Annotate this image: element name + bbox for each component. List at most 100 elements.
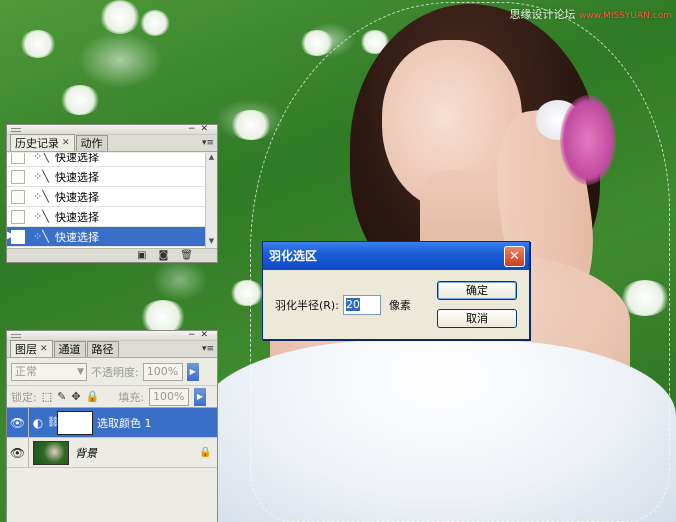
- flower-shape: [140, 300, 186, 334]
- scroll-up-icon[interactable]: ▲: [206, 153, 217, 164]
- feather-radius-row: 羽化半径(R): 20 像素: [275, 295, 411, 315]
- fill-label: 填充:: [118, 390, 144, 404]
- background-layer-thumbnail: [33, 440, 69, 465]
- layers-tabbar: 图层 ✕ 通道 路径 ▾≡: [7, 340, 217, 358]
- ok-button[interactable]: 确定: [437, 281, 517, 300]
- new-document-from-state-icon[interactable]: ▣: [137, 250, 146, 261]
- tab-label: 历史记录: [15, 136, 59, 150]
- chevron-down-icon: ▼: [77, 366, 84, 377]
- layer-name[interactable]: 选取颜色 1: [97, 415, 217, 431]
- flower-shape: [140, 10, 170, 36]
- eye-icon[interactable]: 👁: [7, 438, 29, 467]
- feather-radius-label: 羽化半径(R):: [275, 299, 339, 312]
- minimize-icon[interactable]: −: [188, 330, 201, 340]
- dialog-close-button[interactable]: ✕: [504, 246, 525, 267]
- history-state-slider-icon[interactable]: ▶: [7, 230, 17, 242]
- cancel-button[interactable]: 取消: [437, 309, 517, 328]
- lock-transparency-icon[interactable]: ⬚: [42, 390, 52, 403]
- history-item-selected[interactable]: ▶ ⁘╲ 快速选择: [7, 227, 207, 247]
- history-scrollbar[interactable]: ▲ ▼: [205, 153, 217, 248]
- lock-icon: 🔒: [199, 447, 212, 458]
- scroll-down-icon[interactable]: ▼: [206, 237, 217, 248]
- tab-label: 通道: [58, 343, 81, 356]
- tab-label: 路径: [91, 343, 114, 356]
- tab-history[interactable]: 历史记录 ✕: [10, 134, 75, 151]
- tab-paths[interactable]: 路径: [86, 341, 119, 357]
- snapshot-checkbox[interactable]: [11, 153, 25, 164]
- history-list: ⁘╲ 快速选择 ⁘╲ 快速选择 ⁘╲ 快速选择 ⁘╲ 快速选择 ▶ ⁘╲ 快速选…: [7, 153, 207, 248]
- quick-selection-icon: ⁘╲: [33, 153, 49, 163]
- quick-selection-icon: ⁘╲: [33, 190, 49, 203]
- eye-icon[interactable]: 👁: [7, 408, 29, 437]
- quick-selection-icon: ⁘╲: [33, 170, 49, 183]
- close-icon: ✕: [509, 249, 520, 264]
- close-icon[interactable]: ✕: [200, 330, 213, 340]
- watermark: 思缘设计论坛 www.MISSYUAN.com: [509, 6, 672, 22]
- fill-input[interactable]: 100%: [148, 387, 189, 406]
- opacity-slider-button[interactable]: ▶: [186, 362, 199, 381]
- layer-name[interactable]: 背景: [75, 445, 199, 461]
- panel-menu-icon[interactable]: ▾≡: [202, 344, 214, 354]
- fill-slider-button[interactable]: ▶: [193, 387, 206, 406]
- history-item[interactable]: ⁘╲ 快速选择: [7, 153, 207, 167]
- tab-channels[interactable]: 通道: [53, 341, 86, 357]
- snapshot-checkbox[interactable]: [11, 189, 25, 204]
- grip-icon: [11, 128, 21, 132]
- flower-shape: [100, 0, 140, 34]
- layer-options-row: 正常 ▼ 不透明度: 100% ▶: [7, 358, 217, 386]
- watermark-site: www.MISSYUAN.com: [578, 11, 672, 21]
- tab-layers[interactable]: 图层 ✕: [10, 340, 53, 357]
- panel-window-buttons[interactable]: −✕: [188, 124, 213, 134]
- snapshot-checkbox[interactable]: [11, 169, 25, 184]
- layers-panel: −✕ 图层 ✕ 通道 路径 ▾≡ 正常 ▼ 不透明度: 100% ▶ 锁定: ⬚…: [6, 330, 218, 522]
- history-item-label: 快速选择: [55, 153, 99, 164]
- history-item[interactable]: ⁘╲ 快速选择: [7, 167, 207, 187]
- flower-shape: [20, 30, 56, 58]
- tab-label: 图层: [15, 342, 37, 356]
- unit-label: 像素: [388, 299, 411, 312]
- flower-shape: [60, 85, 100, 115]
- tab-actions[interactable]: 动作: [75, 135, 108, 151]
- lock-pixels-icon[interactable]: ✎: [57, 390, 66, 403]
- blend-mode-value: 正常: [15, 364, 37, 378]
- lock-label: 锁定:: [11, 390, 37, 404]
- layer-row[interactable]: 👁 背景 🔒: [7, 438, 217, 468]
- history-panel: −✕ 历史记录 ✕ 动作 ▾≡ ⁘╲ 快速选择 ⁘╲ 快速选择 ⁘╲ 快速选择 …: [6, 124, 218, 263]
- history-item[interactable]: ⁘╲ 快速选择: [7, 187, 207, 207]
- tab-label: 动作: [80, 137, 103, 150]
- close-icon[interactable]: ✕: [200, 124, 213, 134]
- opacity-label: 不透明度:: [91, 365, 139, 379]
- history-tabbar: 历史记录 ✕ 动作 ▾≡: [7, 134, 217, 152]
- dialog-titlebar[interactable]: 羽化选区 ✕: [263, 242, 529, 270]
- link-icon[interactable]: ⛓: [47, 417, 60, 428]
- blend-mode-select[interactable]: 正常 ▼: [11, 362, 87, 381]
- dialog-title: 羽化选区: [269, 249, 318, 263]
- new-snapshot-icon[interactable]: ◙: [159, 250, 169, 261]
- layer-row-selected[interactable]: 👁 ◐ ⛓ 选取颜色 1: [7, 408, 217, 438]
- feather-selection-dialog: 羽化选区 ✕ 羽化半径(R): 20 像素 确定 取消: [262, 241, 530, 340]
- minimize-icon[interactable]: −: [188, 124, 201, 134]
- trash-icon[interactable]: 🗑: [180, 250, 193, 261]
- panel-window-buttons[interactable]: −✕: [188, 330, 213, 340]
- lock-position-icon[interactable]: ✥: [71, 390, 80, 403]
- history-item-label: 快速选择: [55, 230, 99, 244]
- snapshot-checkbox[interactable]: [11, 209, 25, 224]
- adjustment-layer-icon: ◐: [32, 415, 44, 430]
- grip-icon: [11, 334, 21, 338]
- lock-all-icon[interactable]: 🔒: [86, 390, 100, 403]
- history-item-label: 快速选择: [55, 190, 99, 204]
- layer-mask-thumbnail[interactable]: [57, 410, 93, 435]
- flower-shape: [230, 110, 272, 140]
- close-tab-icon[interactable]: ✕: [62, 136, 70, 151]
- watermark-text: 思缘设计论坛: [509, 8, 576, 21]
- panel-menu-icon[interactable]: ▾≡: [202, 138, 214, 148]
- feather-radius-input[interactable]: 20: [342, 295, 381, 315]
- quick-selection-icon: ⁘╲: [33, 210, 49, 223]
- history-item[interactable]: ⁘╲ 快速选择: [7, 207, 207, 227]
- quick-selection-icon: ⁘╲: [33, 230, 49, 243]
- feather-radius-value: 20: [345, 298, 360, 311]
- close-tab-icon[interactable]: ✕: [40, 342, 48, 357]
- history-item-label: 快速选择: [55, 170, 99, 184]
- history-footer: ▣ ◙ 🗑: [7, 248, 217, 262]
- opacity-input[interactable]: 100%: [142, 362, 183, 381]
